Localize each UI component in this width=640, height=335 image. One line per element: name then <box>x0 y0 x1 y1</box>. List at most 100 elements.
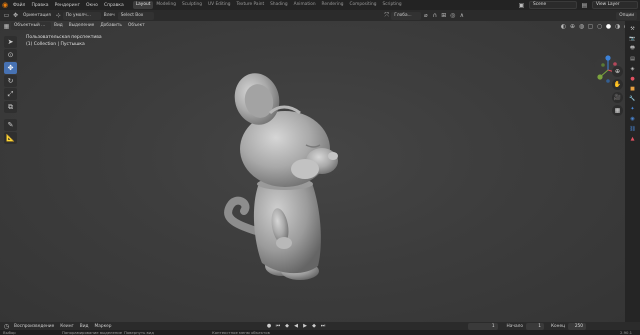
transform-icon[interactable]: ✥ <box>11 12 20 20</box>
view-layer-icon: ▤ <box>581 1 588 9</box>
rotate-tool-icon[interactable]: ↻ <box>4 75 17 87</box>
tab-compositing[interactable]: Compositing <box>347 1 380 9</box>
keying-menu[interactable]: Кеинг <box>57 324 77 329</box>
end-frame-label: Конец <box>550 323 566 329</box>
snap-target-icon[interactable]: ⊞ <box>439 12 448 20</box>
cursor-tool-icon[interactable]: ⊙ <box>4 49 17 61</box>
orientation-icon[interactable]: ⊹ <box>54 12 63 20</box>
status-select-hint: Выбор <box>3 330 16 335</box>
measure-tool-icon[interactable]: 📐 <box>4 132 17 144</box>
transform-tool-icon[interactable]: ⧉ <box>4 101 17 113</box>
pan-hand-icon[interactable]: ✋ <box>612 79 623 90</box>
falloff-icon[interactable]: ∧ <box>457 12 466 20</box>
perspective-label: Пользовательская перспектива <box>26 35 102 40</box>
start-frame-field[interactable]: 1 <box>525 322 544 330</box>
camera-view-icon[interactable]: 🎥 <box>612 92 623 103</box>
transform-orientation-icon[interactable]: ⤧ <box>382 12 391 20</box>
tab-sculpting[interactable]: Sculpting <box>179 1 205 9</box>
tab-texture-paint[interactable]: Texture Paint <box>233 1 267 9</box>
object-properties-icon[interactable]: ■ <box>627 84 638 93</box>
material-shading-icon[interactable]: ◑ <box>613 22 622 30</box>
play-icon[interactable]: ▶ <box>301 323 310 330</box>
output-properties-icon[interactable]: 🖶 <box>627 44 638 53</box>
viewport-nav-buttons: ⊕ ✋ 🎥 ▦ <box>612 66 623 116</box>
scale-tool-icon[interactable]: ⤢ <box>4 88 17 100</box>
view-layer-properties-icon[interactable]: ▤ <box>627 54 638 63</box>
top-right-controls: ▣ Scene ▤ View Layer <box>517 1 638 9</box>
view-menu[interactable]: Вид <box>51 22 66 30</box>
wireframe-shading-icon[interactable]: ○ <box>595 22 604 30</box>
menu-edit[interactable]: Правка <box>28 3 51 8</box>
3d-viewport[interactable]: Пользовательская перспектива (1) Collect… <box>0 21 638 322</box>
tab-rendering[interactable]: Rendering <box>319 1 347 9</box>
jump-end-icon[interactable]: ⏭ <box>319 323 328 330</box>
view-menu-timeline[interactable]: Вид <box>77 324 92 329</box>
view-layer-field[interactable]: View Layer <box>592 1 638 9</box>
status-context-hint: Контекстное меню объектов <box>212 330 270 335</box>
xray-icon[interactable]: ▢ <box>586 22 595 30</box>
next-keyframe-icon[interactable]: ◆ <box>310 323 319 330</box>
physics-properties-icon[interactable]: ◉ <box>627 114 638 123</box>
select-tool-icon[interactable]: ➤ <box>4 36 17 48</box>
timeline-header: ◷ Воспроизведение Кеинг Вид Маркер ● ⏮ ◆… <box>0 322 640 330</box>
mode-dropdown[interactable]: Объектный ... <box>11 22 51 30</box>
tab-scripting[interactable]: Scripting <box>379 1 404 9</box>
tab-shading[interactable]: Shading <box>267 1 290 9</box>
constraints-properties-icon[interactable]: ⛓ <box>627 124 638 133</box>
add-menu[interactable]: Добавить <box>97 22 125 30</box>
marker-menu[interactable]: Маркер <box>92 324 115 329</box>
annotate-tool-icon[interactable]: ✎ <box>4 119 17 131</box>
menu-render[interactable]: Рендеринг <box>52 3 83 8</box>
play-reverse-icon[interactable]: ◀ <box>292 323 301 330</box>
perspective-grid-icon[interactable]: ▦ <box>612 105 623 116</box>
modifier-properties-icon[interactable]: 🔧 <box>627 94 638 103</box>
render-properties-icon[interactable]: 📷 <box>627 34 638 43</box>
tab-animation[interactable]: Animation <box>291 1 319 9</box>
tool-properties-icon[interactable]: ⚒ <box>627 24 638 33</box>
move-tool-icon[interactable]: ✥ <box>4 62 17 74</box>
solid-shading-icon[interactable]: ● <box>604 22 613 30</box>
editor-type-icon[interactable]: ▦ <box>2 22 11 30</box>
version-label: 2.90.1 <box>620 330 633 335</box>
orientation-label: Ориентация <box>23 12 51 18</box>
snap-icon[interactable]: ⌀ <box>421 12 430 20</box>
particles-properties-icon[interactable]: ✦ <box>627 104 638 113</box>
tab-modeling[interactable]: Modeling <box>153 1 179 9</box>
gizmo-toggle-icon[interactable]: ⊕ <box>568 22 577 30</box>
end-frame-field[interactable]: 250 <box>568 322 587 330</box>
jump-start-icon[interactable]: ⏮ <box>274 323 283 330</box>
record-icon[interactable]: ● <box>265 323 274 330</box>
overlay-icon[interactable]: ◍ <box>577 22 586 30</box>
zoom-icon[interactable]: ⊕ <box>612 66 623 77</box>
proportional-icon[interactable]: ◎ <box>448 12 457 20</box>
menu-help[interactable]: Справка <box>101 3 127 8</box>
scene-icon: ▣ <box>518 1 525 9</box>
status-pan-hint: Панорамирование выделение <box>62 330 123 335</box>
menu-window[interactable]: Окно <box>83 3 101 8</box>
current-frame-field[interactable]: 1 <box>467 322 498 330</box>
tool-icon[interactable]: ▭ <box>2 12 11 20</box>
status-rotate-hint: Повернуть вид <box>124 330 154 335</box>
menu-file[interactable]: Файл <box>10 3 28 8</box>
playback-menu[interactable]: Воспроизведение <box>11 324 57 329</box>
scene-properties-icon[interactable]: ◈ <box>627 64 638 73</box>
data-properties-icon[interactable]: ▲ <box>627 134 638 143</box>
world-properties-icon[interactable]: ● <box>627 74 638 83</box>
drag-label: Влеч <box>103 12 115 18</box>
visibility-icon[interactable]: ◐ <box>559 22 568 30</box>
timeline-editor-icon[interactable]: ◷ <box>2 323 11 330</box>
select-box-dropdown[interactable]: Select Box <box>117 11 154 20</box>
global-dropdown[interactable]: Глоба... <box>391 11 422 20</box>
prev-keyframe-icon[interactable]: ◆ <box>283 323 292 330</box>
tab-layout[interactable]: Layout <box>132 1 154 9</box>
tab-uv-editing[interactable]: UV Editing <box>205 1 233 9</box>
scene-field[interactable]: Scene <box>529 1 577 9</box>
start-frame-label: Начало <box>506 323 523 329</box>
blender-logo-icon[interactable]: ◉ <box>0 0 10 10</box>
object-menu[interactable]: Объект <box>125 22 148 30</box>
select-menu[interactable]: Выделение <box>66 22 98 30</box>
mouse-character-model <box>224 73 338 280</box>
options-dropdown[interactable]: Опции <box>616 11 637 20</box>
pivot-dropdown[interactable]: По умолч... <box>62 11 101 20</box>
magnet-icon[interactable]: ∩ <box>430 12 439 20</box>
